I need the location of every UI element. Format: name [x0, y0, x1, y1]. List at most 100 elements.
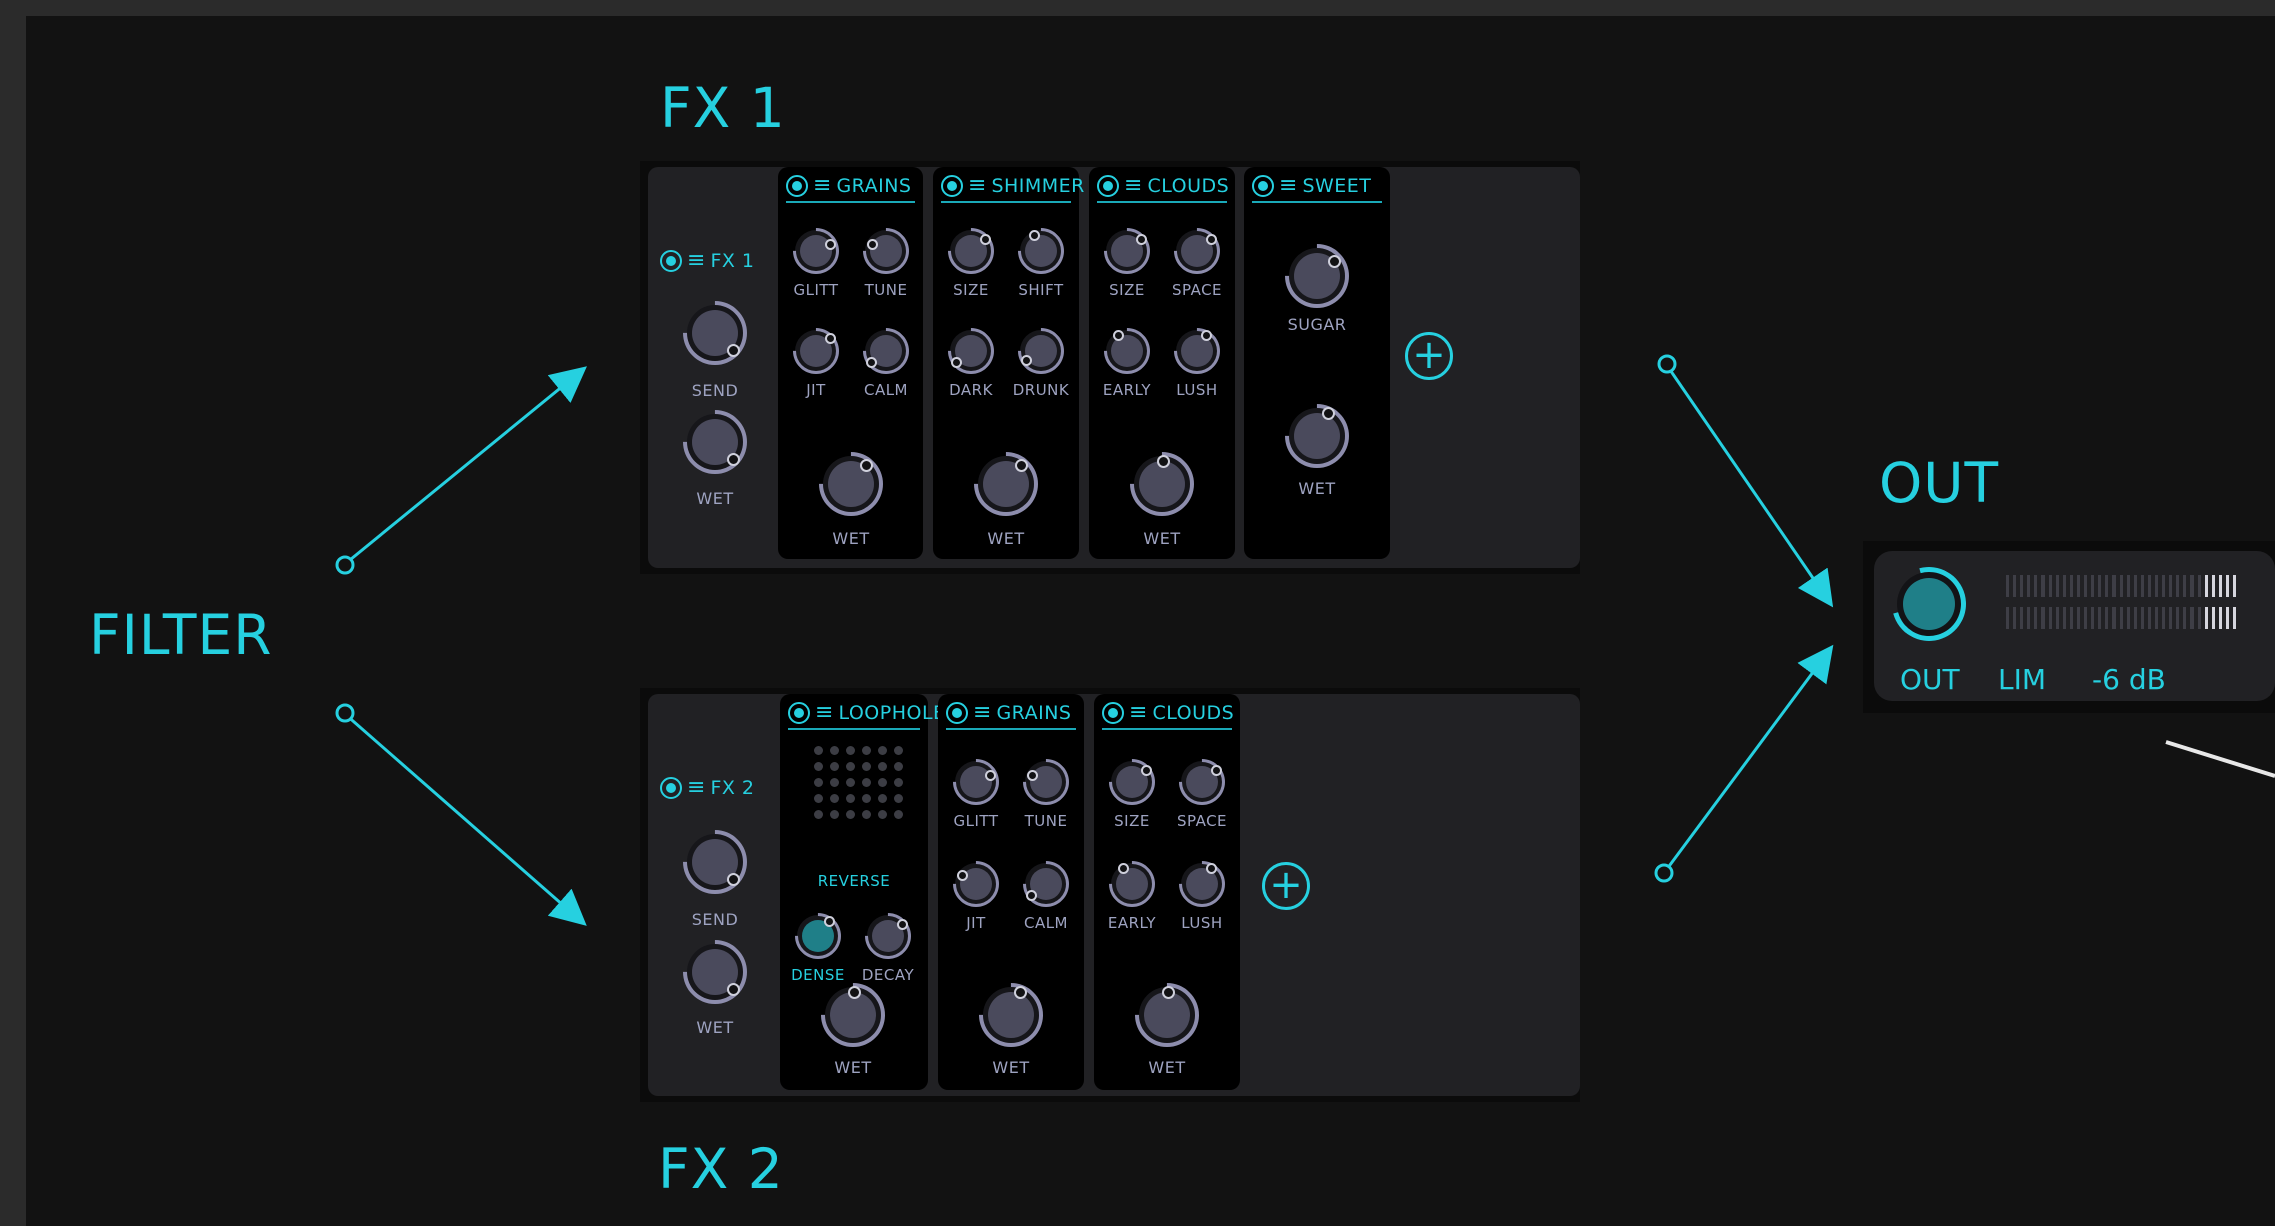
- power-icon[interactable]: [1097, 175, 1119, 197]
- add-module-button[interactable]: +: [1405, 332, 1453, 380]
- wet-knob[interactable]: [1144, 986, 1190, 1038]
- calm-knob[interactable]: [866, 335, 902, 368]
- decay-label: DECAY: [861, 966, 915, 984]
- space-label: SPACE: [1171, 281, 1223, 299]
- sugar-knob[interactable]: [1294, 253, 1341, 299]
- fx1-send-knob[interactable]: [692, 310, 740, 357]
- module-header[interactable]: ≡ LOOPHOLE: [788, 702, 946, 724]
- fx2-module-loophole: ≡ LOOPHOLE REVERSE DENSE DECAY WET: [780, 694, 945, 1090]
- power-icon[interactable]: [946, 702, 968, 724]
- module-header[interactable]: ≡ SWEET: [1252, 175, 1371, 197]
- menu-icon[interactable]: ≡: [1129, 702, 1147, 724]
- module-title: CLOUDS: [1152, 702, 1235, 724]
- size-knob[interactable]: [1116, 765, 1152, 798]
- fx2-strip-header[interactable]: ≡ FX 2: [660, 777, 755, 799]
- shift-label: SHIFT: [1018, 281, 1064, 299]
- wet-knob[interactable]: [1294, 407, 1340, 459]
- wet-label: WET: [832, 529, 870, 548]
- fx1-strip-title: FX 1: [710, 250, 755, 272]
- calm-label: CALM: [1023, 914, 1069, 932]
- output-panel: OUT LIM -6 dB: [1863, 541, 2275, 713]
- decay-knob[interactable]: [872, 919, 908, 952]
- module-title: CLOUDS: [1147, 175, 1230, 197]
- drunk-knob[interactable]: [1021, 335, 1057, 367]
- dark-knob[interactable]: [951, 335, 987, 368]
- lush-knob[interactable]: [1181, 330, 1213, 367]
- jit-knob[interactable]: [800, 333, 836, 367]
- power-icon[interactable]: [786, 175, 808, 197]
- early-knob[interactable]: [1111, 330, 1143, 367]
- lush-knob[interactable]: [1186, 863, 1218, 900]
- fx2-wet-knob[interactable]: [692, 949, 740, 996]
- glitt-knob[interactable]: [800, 235, 836, 267]
- power-icon[interactable]: [1102, 702, 1124, 724]
- wet-knob[interactable]: [988, 986, 1034, 1038]
- fx1-module-shimmer: ≡ SHIMMER SIZE SHIFT DARK DRUNK WET: [933, 167, 1084, 559]
- space-knob[interactable]: [1186, 765, 1222, 798]
- power-icon[interactable]: [660, 777, 682, 799]
- tune-label: TUNE: [864, 281, 908, 299]
- space-knob[interactable]: [1181, 234, 1217, 267]
- output-gain-value[interactable]: -6 dB: [2092, 663, 2166, 696]
- menu-icon[interactable]: ≡: [687, 250, 705, 272]
- menu-icon[interactable]: ≡: [1279, 175, 1297, 197]
- wet-label: WET: [992, 1058, 1030, 1077]
- menu-icon[interactable]: ≡: [815, 702, 833, 724]
- module-title: GRAINS: [836, 175, 912, 197]
- fx1-module-grains: ≡ GRAINS GLITT TUNE JIT CALM WET: [778, 167, 923, 559]
- wet-knob[interactable]: [983, 459, 1029, 507]
- drunk-label: DRUNK: [1012, 381, 1070, 399]
- power-icon[interactable]: [788, 702, 810, 724]
- fx1-send-label: SEND: [691, 381, 739, 400]
- module-header[interactable]: ≡ GRAINS: [946, 702, 1071, 724]
- fx2-send-knob[interactable]: [692, 839, 740, 886]
- fx1-wet-knob[interactable]: [692, 419, 740, 466]
- fx1-module-sweet: ≡ SWEET SUGAR WET: [1244, 167, 1390, 559]
- fx1-strip-header[interactable]: ≡ FX 1: [660, 250, 755, 272]
- module-title: LOOPHOLE: [838, 702, 946, 724]
- module-title: GRAINS: [996, 702, 1072, 724]
- shift-knob[interactable]: [1025, 230, 1057, 267]
- wet-knob[interactable]: [1139, 455, 1185, 507]
- early-knob[interactable]: [1116, 863, 1148, 900]
- dense-knob[interactable]: [802, 916, 835, 952]
- tune-knob[interactable]: [867, 235, 902, 267]
- size-knob[interactable]: [955, 234, 991, 267]
- module-header[interactable]: ≡ CLOUDS: [1102, 702, 1234, 724]
- limiter-toggle[interactable]: LIM: [1998, 663, 2046, 696]
- menu-icon[interactable]: ≡: [1124, 175, 1142, 197]
- output-knob[interactable]: [1903, 578, 1955, 630]
- calm-knob[interactable]: [1026, 868, 1062, 901]
- power-icon[interactable]: [660, 250, 682, 272]
- jit-knob[interactable]: [957, 868, 992, 900]
- wet-knob[interactable]: [828, 459, 874, 507]
- module-header[interactable]: ≡ GRAINS: [786, 175, 911, 197]
- menu-icon[interactable]: ≡: [687, 777, 705, 799]
- size-knob[interactable]: [1111, 234, 1147, 267]
- glitt-knob[interactable]: [960, 766, 996, 798]
- power-icon[interactable]: [1252, 175, 1274, 197]
- add-module-button[interactable]: +: [1262, 862, 1310, 910]
- module-header[interactable]: ≡ SHIMMER: [941, 175, 1085, 197]
- fx1-wet-label: WET: [696, 489, 734, 508]
- tune-label: TUNE: [1024, 812, 1068, 830]
- cable-offscreen: [2165, 740, 2275, 778]
- fx2-out-port: [1654, 863, 1674, 883]
- sugar-label: SUGAR: [1287, 315, 1347, 334]
- wire-fx1-out: [1664, 363, 1834, 608]
- wet-knob[interactable]: [830, 986, 876, 1038]
- wet-label: WET: [1148, 1058, 1186, 1077]
- out-label: OUT: [1879, 451, 2000, 515]
- wire-filter-fx2: [344, 712, 587, 926]
- menu-icon[interactable]: ≡: [813, 175, 831, 197]
- power-icon[interactable]: [941, 175, 963, 197]
- menu-icon[interactable]: ≡: [973, 702, 991, 724]
- menu-icon[interactable]: ≡: [968, 175, 986, 197]
- pattern-grid[interactable]: [814, 746, 903, 819]
- tune-knob[interactable]: [1027, 766, 1062, 798]
- module-header[interactable]: ≡ CLOUDS: [1097, 175, 1229, 197]
- wire-fx2-out: [1662, 644, 1834, 874]
- reverse-toggle[interactable]: REVERSE: [809, 872, 899, 890]
- fx2-label: FX 2: [658, 1137, 784, 1201]
- space-label: SPACE: [1176, 812, 1228, 830]
